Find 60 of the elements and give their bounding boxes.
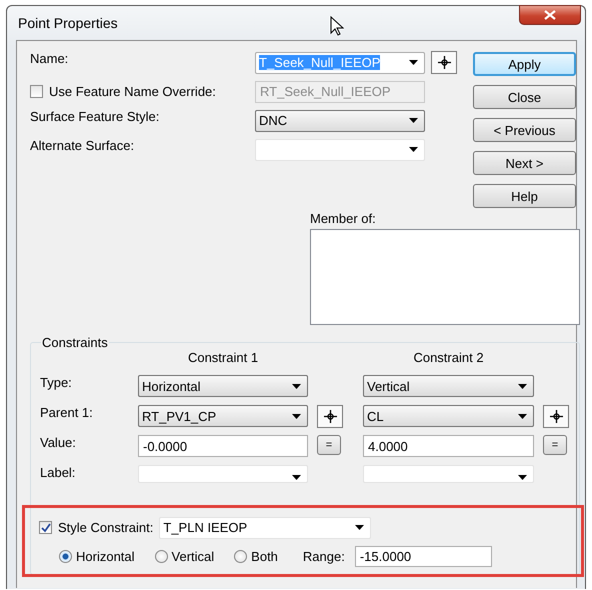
list-label: Member of:: [310, 211, 377, 226]
pick-button[interactable]: [317, 405, 343, 428]
column-header: Constraint 2: [412, 350, 485, 367]
group-title: Constraints: [41, 335, 109, 350]
checkbox-label: Style Constraint:: [58, 520, 154, 535]
caret-icon: [292, 384, 301, 388]
equals-button[interactable]: =: [317, 435, 341, 455]
caret-icon: [409, 118, 418, 123]
dialog-button[interactable]: Apply: [473, 52, 576, 76]
radio-label: Vertical: [172, 549, 214, 564]
field-label: Surface Feature Style:: [30, 109, 160, 124]
text-field: RT_Seek_Null_IEEOP: [255, 80, 425, 102]
close-icon: [544, 10, 556, 20]
caret-icon: [292, 414, 301, 418]
checkbox[interactable]: [39, 521, 52, 534]
crosshair-icon: [438, 56, 450, 69]
parent-dropdown[interactable]: RT_PV1_CP: [138, 405, 308, 427]
crosshair-icon: [324, 410, 336, 423]
value-field[interactable]: -0.0000: [138, 435, 308, 457]
checkmark-icon: [40, 522, 50, 532]
checkbox-label: Use Feature Name Override:: [49, 84, 216, 99]
caret-icon: [409, 147, 418, 152]
style-dropdown[interactable]: DNC: [255, 110, 425, 132]
field-label: Range:: [302, 549, 345, 564]
field-label: Parent 1:: [40, 405, 94, 422]
field-label: Name:: [30, 51, 70, 66]
field-label: Alternate Surface:: [30, 138, 136, 153]
caret-icon: [518, 414, 527, 418]
caret-icon: [518, 384, 527, 388]
dialog-button[interactable]: Close: [473, 85, 576, 109]
dialog-button[interactable]: Next >: [473, 151, 576, 175]
window-title: Point Properties: [18, 15, 118, 31]
dialog-button[interactable]: Help: [473, 184, 576, 208]
column-header: Constraint 1: [186, 350, 260, 367]
caret-icon: [292, 475, 301, 480]
caret-icon: [409, 60, 418, 65]
dialog-button[interactable]: < Previous: [473, 118, 576, 142]
radio-button[interactable]: [154, 550, 168, 563]
field-label: Type:: [40, 375, 73, 392]
field-label: Label:: [40, 465, 76, 482]
caret-icon: [355, 525, 364, 530]
pick-button[interactable]: [543, 405, 569, 428]
crosshair-icon: [550, 410, 562, 423]
close-button[interactable]: [519, 5, 581, 25]
member-list[interactable]: [310, 229, 580, 325]
field-label: Value:: [40, 435, 77, 452]
style-constraint-dropdown[interactable]: T_PLN IEEOP: [159, 516, 372, 538]
range-field[interactable]: -15.0000: [354, 546, 492, 567]
radio-label: Horizontal: [76, 549, 135, 564]
radio-label: Both: [251, 549, 278, 564]
type-dropdown[interactable]: Horizontal: [138, 375, 308, 397]
parent-dropdown[interactable]: CL: [363, 405, 534, 427]
radio-button[interactable]: [234, 550, 248, 563]
caret-icon: [518, 475, 527, 480]
type-dropdown[interactable]: Vertical: [363, 375, 534, 397]
pick-button[interactable]: [431, 51, 457, 74]
equals-button[interactable]: =: [543, 435, 567, 455]
radio-button[interactable]: [59, 550, 72, 563]
cursor-icon: [330, 16, 344, 36]
value-field[interactable]: 4.0000: [363, 435, 534, 457]
